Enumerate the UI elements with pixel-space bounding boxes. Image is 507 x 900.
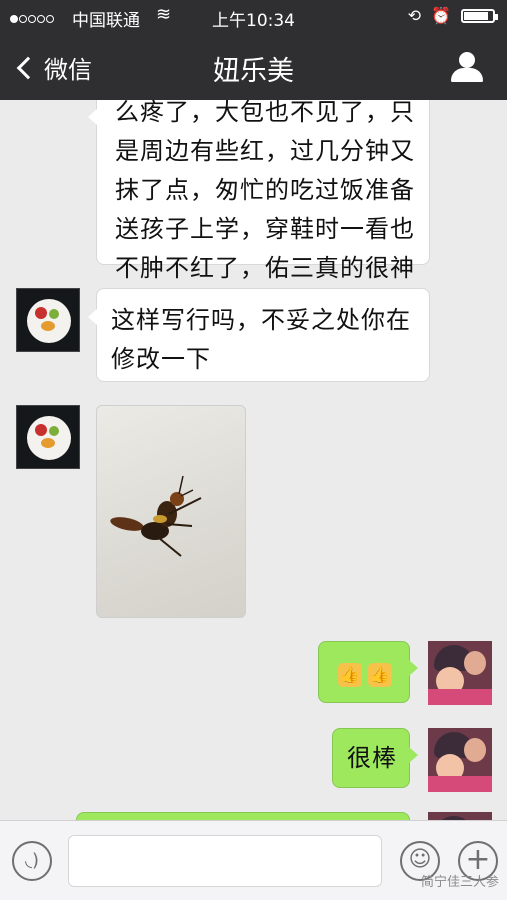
message-line: 送孩子上学，穿鞋时一看也 (115, 215, 415, 243)
message-line: 修改一下 (111, 345, 211, 373)
chat-area[interactable]: 么疼了，大包也不见了，只 是周边有些红，过几分钟又 抹了点，匆忙的吃过饭准备 送… (0, 100, 507, 820)
battery-icon (461, 8, 498, 23)
thumbs-up-icon: 👍 (338, 663, 362, 687)
wasp-image (110, 475, 202, 557)
watermark: 简宁佳三人参 (420, 875, 499, 890)
message-bubble-received[interactable]: 这样写行吗，不妥之处你在 修改一下 (88, 288, 430, 382)
message-line: 很棒 (347, 744, 397, 772)
voice-input-button[interactable]: ◟) (12, 841, 52, 881)
my-avatar[interactable] (428, 728, 492, 792)
message-input[interactable] (68, 835, 382, 887)
message-bubble-received[interactable]: 么疼了，大包也不见了，只 是周边有些红，过几分钟又 抹了点，匆忙的吃过饭准备 送… (88, 100, 430, 282)
wasp-photo-message[interactable] (96, 405, 246, 618)
voice-icon: ◟) (25, 850, 39, 871)
contact-avatar[interactable] (16, 288, 80, 352)
my-avatar[interactable] (428, 812, 492, 820)
message-line: 是周边有些红，过几分钟又 (115, 137, 415, 165)
chat-title: 妞乐美 (213, 56, 294, 87)
thumbs-up-icon: 👍 (368, 663, 392, 687)
alarm-icon: ⏰ (431, 6, 451, 25)
message-bubble-sent[interactable]: 👍 👍 (318, 641, 418, 703)
message-line: 么疼了，大包也不见了，只 (115, 100, 415, 126)
message-line: 不肿不红了，佑三真的很神 (115, 254, 415, 282)
rotation-lock-icon: ⟲ (407, 6, 422, 25)
contact-profile-icon[interactable] (451, 52, 483, 82)
top-bar: 中国联通 ≋ 上午10:34 ⟲ ⏰ 微信 妞乐美 (0, 0, 507, 100)
message-line: 抹了点，匆忙的吃过饭准备 (115, 176, 415, 204)
message-bubble-sent[interactable] (76, 812, 410, 820)
smiley-icon: ☺ (408, 847, 432, 872)
message-line: 这样写行吗，不妥之处你在 (111, 306, 411, 334)
my-avatar[interactable] (428, 641, 492, 705)
contact-avatar[interactable] (16, 405, 80, 469)
input-bar: ◟) ☺ + 简宁佳三人参 (0, 820, 507, 900)
nav-bar: 微信 妞乐美 (0, 34, 507, 100)
status-bar: 中国联通 ≋ 上午10:34 ⟲ ⏰ (0, 0, 507, 34)
message-bubble-sent[interactable]: 很棒 (332, 728, 418, 788)
